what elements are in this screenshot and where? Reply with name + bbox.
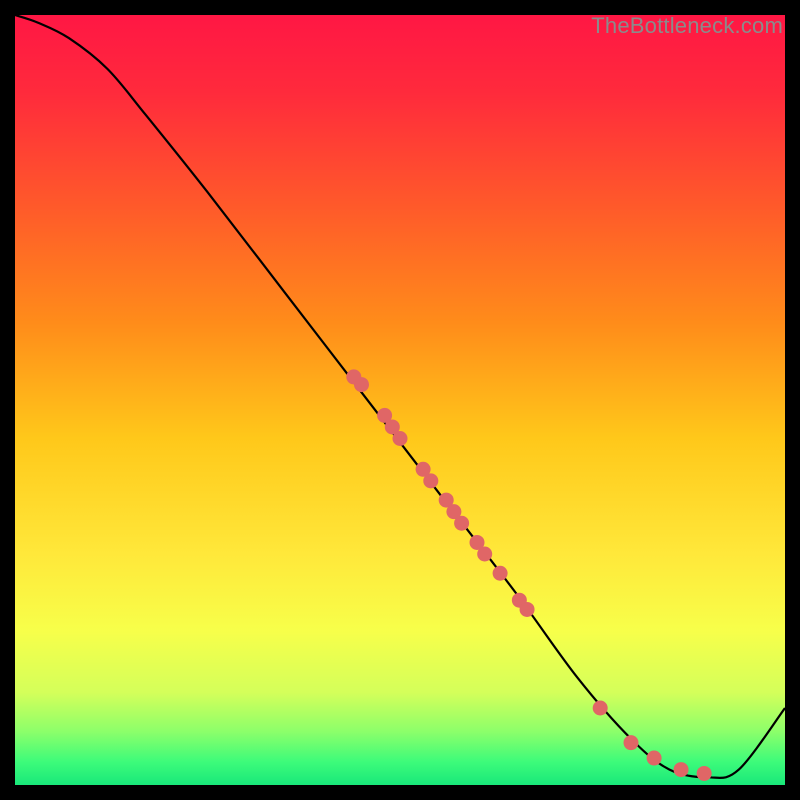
curve-marker xyxy=(647,751,662,766)
curve-marker xyxy=(624,735,639,750)
curve-marker xyxy=(520,602,535,617)
curve-marker xyxy=(423,473,438,488)
curve-marker xyxy=(393,431,408,446)
curve-marker xyxy=(454,516,469,531)
curve-marker xyxy=(493,566,508,581)
curve-marker xyxy=(477,547,492,562)
curve-marker xyxy=(354,377,369,392)
curve-marker xyxy=(593,701,608,716)
gradient-background xyxy=(15,15,785,785)
watermark-text: TheBottleneck.com xyxy=(591,13,783,39)
bottleneck-chart xyxy=(15,15,785,785)
curve-marker xyxy=(674,762,689,777)
chart-frame: TheBottleneck.com xyxy=(15,15,785,785)
curve-marker xyxy=(697,766,712,781)
